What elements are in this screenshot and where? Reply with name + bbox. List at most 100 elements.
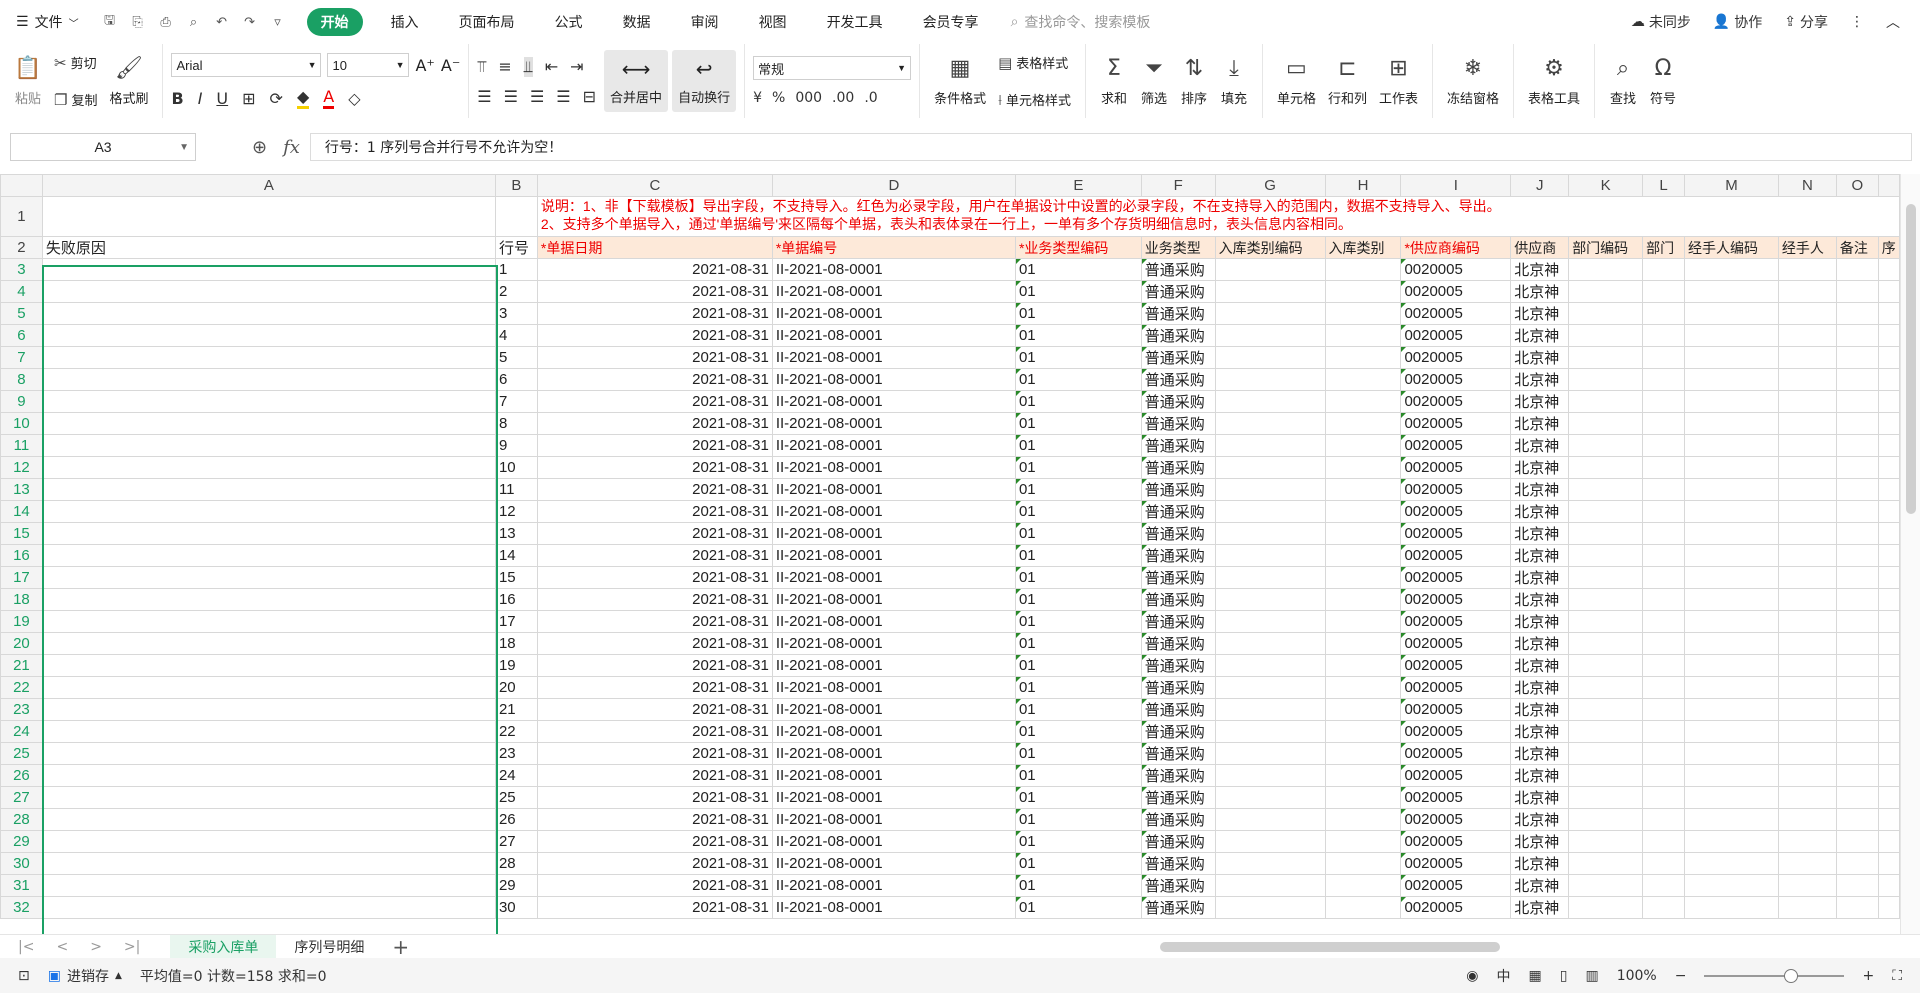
cell-biz-type[interactable]: 普通采购 <box>1140 522 1216 545</box>
cell-handler-code[interactable] <box>1684 676 1779 699</box>
cell-biz-code[interactable]: 01 <box>1014 324 1142 347</box>
cell-vendor[interactable]: 北京神 <box>1510 280 1570 303</box>
share-button[interactable]: ⇪ 分享 <box>1784 12 1828 32</box>
cell-handler[interactable] <box>1777 588 1837 611</box>
cell-doc-no[interactable]: II-2021-08-0001 <box>771 852 1016 875</box>
cell-vendor-code[interactable]: 0020005 <box>1400 808 1512 831</box>
cell-remark[interactable] <box>1835 478 1879 501</box>
cell-dept-code[interactable] <box>1568 852 1644 875</box>
sum-button[interactable]: Σ 求和 <box>1094 56 1134 107</box>
cell-doc-no[interactable]: II-2021-08-0001 <box>771 566 1016 589</box>
cell-failure-reason[interactable] <box>41 852 496 875</box>
cell-remark[interactable] <box>1835 544 1879 567</box>
cell-doc-date[interactable]: 2021-08-31 <box>536 456 773 479</box>
cell-handler[interactable] <box>1777 368 1837 391</box>
cell-biz-code[interactable]: 01 <box>1014 786 1142 809</box>
cell-dept[interactable] <box>1642 896 1686 919</box>
cell-dept-code[interactable] <box>1568 302 1644 325</box>
cell-stockin-type[interactable] <box>1324 654 1402 677</box>
cell-handler[interactable] <box>1777 346 1837 369</box>
cell-vendor-code[interactable]: 0020005 <box>1400 434 1512 457</box>
cell-doc-no[interactable]: II-2021-08-0001 <box>771 830 1016 853</box>
cell-doc-date[interactable]: 2021-08-31 <box>536 522 773 545</box>
cell-remark[interactable] <box>1835 874 1879 897</box>
cell-line-no[interactable]: 8 <box>494 412 538 435</box>
cell-biz-type[interactable]: 普通采购 <box>1140 764 1216 787</box>
fx-icon[interactable]: fx <box>283 137 300 158</box>
paste-button[interactable]: 📋 粘贴 <box>8 56 48 107</box>
cell-stockin-type[interactable] <box>1324 258 1402 281</box>
table-style-button[interactable]: ▤ 表格样式 <box>992 49 1077 76</box>
cell-handler-code[interactable] <box>1684 654 1779 677</box>
currency-icon[interactable]: ¥ <box>753 90 762 106</box>
cell-doc-date[interactable]: 2021-08-31 <box>536 412 773 435</box>
cell-seq[interactable] <box>1877 522 1900 545</box>
redo-icon[interactable]: ↷ <box>241 13 259 31</box>
cell-failure-reason[interactable] <box>41 764 496 787</box>
cell-dept-code[interactable] <box>1568 764 1644 787</box>
column-header-e[interactable]: E <box>1014 174 1142 197</box>
thousands-icon[interactable]: 000 <box>795 90 822 106</box>
cell-biz-type[interactable]: 普通采购 <box>1140 456 1216 479</box>
page-layout-view-icon[interactable]: ▯ <box>1560 968 1568 984</box>
cell-failure-reason[interactable] <box>41 896 496 919</box>
row-header[interactable]: 12 <box>0 456 43 479</box>
column-header-g[interactable]: G <box>1214 174 1326 197</box>
row-header[interactable]: 7 <box>0 346 43 369</box>
cell-vendor[interactable]: 北京神 <box>1510 874 1570 897</box>
column-header-l[interactable]: L <box>1642 174 1686 197</box>
cell-seq[interactable] <box>1877 390 1900 413</box>
cell-failure-reason[interactable] <box>41 346 496 369</box>
border-icon[interactable]: ⊞ <box>242 89 255 108</box>
cell-handler-code[interactable] <box>1684 742 1779 765</box>
row-header[interactable]: 13 <box>0 478 43 501</box>
cell-doc-date[interactable]: 2021-08-31 <box>536 324 773 347</box>
align-left-icon[interactable]: ☰ <box>477 87 491 106</box>
cell-seq[interactable] <box>1877 852 1900 875</box>
cell-vendor-code[interactable]: 0020005 <box>1400 874 1512 897</box>
cell-handler-code[interactable] <box>1684 566 1779 589</box>
cell-stockin-type[interactable] <box>1324 390 1402 413</box>
cell-vendor-code[interactable]: 0020005 <box>1400 588 1512 611</box>
cell-stockin-code[interactable] <box>1214 808 1326 831</box>
cell-dept[interactable] <box>1642 808 1686 831</box>
cell-seq[interactable] <box>1877 654 1900 677</box>
cell-biz-type[interactable]: 普通采购 <box>1140 412 1216 435</box>
cell-vendor[interactable]: 北京神 <box>1510 390 1570 413</box>
cell-line-no[interactable]: 21 <box>494 698 538 721</box>
cell-dept-code[interactable] <box>1568 698 1644 721</box>
cell-stockin-type[interactable] <box>1324 632 1402 655</box>
cell-stockin-code[interactable] <box>1214 456 1326 479</box>
cell-doc-date[interactable]: 2021-08-31 <box>536 478 773 501</box>
cell-stockin-type[interactable] <box>1324 500 1402 523</box>
cell-seq[interactable] <box>1877 874 1900 897</box>
cell-doc-date[interactable]: 2021-08-31 <box>536 588 773 611</box>
mode-indicator[interactable]: ▣ 进销存 ▲ <box>48 966 122 986</box>
cell-handler-code[interactable] <box>1684 632 1779 655</box>
cell-stockin-code[interactable] <box>1214 654 1326 677</box>
cell-stockin-type[interactable] <box>1324 346 1402 369</box>
cell-dept-code[interactable] <box>1568 742 1644 765</box>
eye-protection-icon[interactable]: ◉ <box>1466 968 1478 984</box>
cell-handler-code[interactable] <box>1684 368 1779 391</box>
cell-vendor-code[interactable]: 0020005 <box>1400 896 1512 919</box>
header-cell-biz-code[interactable]: *业务类型编码 <box>1014 236 1142 259</box>
cell-remark[interactable] <box>1835 786 1879 809</box>
clear-icon[interactable]: ◇ <box>348 89 360 108</box>
cell-dept-code[interactable] <box>1568 720 1644 743</box>
number-format-select[interactable]: 常规 ▼ <box>753 56 912 80</box>
cell-biz-code[interactable]: 01 <box>1014 346 1142 369</box>
select-all-corner[interactable] <box>0 174 43 197</box>
cell-dept[interactable] <box>1642 874 1686 897</box>
cell-seq[interactable] <box>1877 258 1900 281</box>
cell-vendor[interactable]: 北京神 <box>1510 544 1570 567</box>
cell-stockin-type[interactable] <box>1324 302 1402 325</box>
cell-doc-date[interactable]: 2021-08-31 <box>536 830 773 853</box>
cell-stockin-code[interactable] <box>1214 258 1326 281</box>
cell-vendor[interactable]: 北京神 <box>1510 610 1570 633</box>
cell-remark[interactable] <box>1835 500 1879 523</box>
cell-dept-code[interactable] <box>1568 500 1644 523</box>
header-cell-handler[interactable]: 经手人 <box>1777 236 1837 259</box>
cell-dept-code[interactable] <box>1568 280 1644 303</box>
row-header[interactable]: 6 <box>0 324 43 347</box>
